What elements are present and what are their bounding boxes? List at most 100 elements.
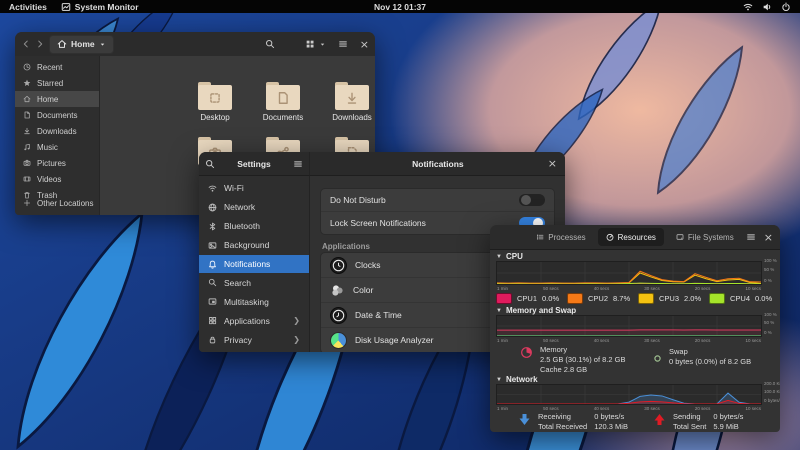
files-menu-button[interactable]: [338, 39, 348, 49]
document-icon: [24, 111, 30, 119]
lock-icon: [209, 336, 216, 344]
resources-icon: [606, 233, 614, 241]
collapse-triangle-icon: ▼: [496, 307, 502, 314]
folder-desktop[interactable]: Desktop: [189, 82, 241, 122]
cpu-legend: CPU1 0.0% CPU2 8.7% CPU3 2.0% CPU4 0.0%: [496, 293, 774, 304]
download-icon: [24, 127, 30, 135]
memory-y-axis: 100 % 50 % 0 %: [764, 312, 777, 335]
folder-documents[interactable]: Documents: [257, 82, 309, 122]
sidebar-item-documents[interactable]: Documents: [15, 107, 99, 123]
settings-item-search[interactable]: Search: [199, 273, 309, 292]
cpu1-legend-item[interactable]: CPU1 0.0%: [496, 293, 561, 304]
path-bar-button[interactable]: Home: [49, 34, 114, 54]
settings-item-background[interactable]: Background: [199, 236, 309, 255]
sidebar-item-music[interactable]: Music: [15, 139, 99, 155]
files-close-button[interactable]: ×: [360, 39, 369, 50]
back-button[interactable]: [21, 39, 31, 49]
cpu2-legend-item[interactable]: CPU2 8.7%: [567, 293, 632, 304]
sidebar-item-videos[interactable]: Videos: [15, 171, 99, 187]
filesystems-icon: [676, 234, 684, 240]
folder-downloads[interactable]: Downloads: [326, 82, 375, 122]
focused-app-menu[interactable]: System Monitor: [61, 2, 139, 12]
sidebar-item-home[interactable]: Home: [15, 91, 99, 107]
applications-section-label: Applications: [322, 242, 371, 251]
network-section-header[interactable]: ▼ Network: [496, 375, 538, 384]
swap-dot-icon: [654, 355, 661, 362]
network-x-axis: 1 min 50 secs 40 secs 30 secs 20 secs 10 secs: [497, 406, 761, 411]
settings-search-button[interactable]: [205, 159, 215, 169]
settings-item-notifications[interactable]: Notifications: [199, 254, 309, 274]
music-icon: [24, 143, 30, 151]
chevron-right-icon: ❯: [293, 335, 300, 345]
tab-processes[interactable]: Processes: [528, 228, 593, 246]
home-icon: [57, 40, 67, 48]
volume-icon: [763, 3, 771, 10]
clocks-app-icon: [330, 256, 347, 274]
app-window-icon: [61, 2, 71, 11]
camera-icon: [23, 159, 31, 166]
sidebar-item-pictures[interactable]: Pictures: [15, 155, 99, 171]
settings-item-wifi[interactable]: Wi-Fi: [199, 179, 309, 198]
chevron-right-icon: ❯: [293, 316, 300, 326]
cpu4-legend-item[interactable]: CPU4 0.0%: [709, 293, 774, 304]
download-folder-icon: [347, 92, 357, 104]
memory-section-header[interactable]: ▼ Memory and Swap: [496, 306, 576, 315]
tab-resources[interactable]: Resources: [597, 228, 664, 246]
cpu-chart: [496, 261, 762, 285]
power-icon: [782, 2, 790, 11]
color-app-icon: [330, 283, 345, 298]
bell-icon: [209, 260, 216, 269]
cpu-x-axis: 1 min 50 secs 40 secs 30 secs 20 secs 10 secs: [497, 286, 761, 291]
view-options-caret[interactable]: [319, 41, 326, 48]
tab-file-systems[interactable]: File Systems: [668, 228, 742, 246]
swap-stats: Swap 0 bytes (0.0%) of 8.2 GB: [653, 347, 751, 367]
plus-icon: [23, 199, 31, 207]
monitor-close-button[interactable]: ×: [764, 232, 773, 243]
sidebar-item-starred[interactable]: Starred: [15, 75, 99, 91]
settings-close-button[interactable]: ×: [548, 158, 557, 169]
sidebar-item-recent[interactable]: Recent: [15, 59, 99, 75]
background-icon: [208, 242, 217, 249]
datetime-app-icon: [330, 306, 347, 324]
settings-sidebar: Wi-Fi Network Bluetooth Background Notif…: [199, 176, 310, 352]
network-y-axis: 200.0 KiB/s 100.0 KiB/s 0 bytes/s: [764, 381, 780, 403]
cpu-y-axis: 100 % 50 % 0 %: [764, 258, 777, 283]
cpu4-swatch: [709, 293, 725, 304]
cpu3-legend-item[interactable]: CPU3 2.0%: [638, 293, 703, 304]
settings-title: Settings: [237, 158, 271, 169]
memory-chart: [496, 315, 762, 337]
document-folder-icon: [278, 91, 288, 104]
sidebar-item-downloads[interactable]: Downloads: [15, 123, 99, 139]
settings-menu-button[interactable]: [293, 159, 303, 169]
disk-usage-app-icon: [330, 331, 347, 349]
files-sidebar: Recent Starred Home Documents Downloads …: [15, 56, 100, 215]
sending-arrow-icon: [654, 414, 665, 425]
cpu3-swatch: [638, 293, 654, 304]
search-button[interactable]: [265, 39, 275, 49]
settings-item-applications[interactable]: Applications ❯: [199, 311, 309, 330]
settings-item-network[interactable]: Network: [199, 198, 309, 217]
do-not-disturb-row[interactable]: Do Not Disturb: [321, 189, 554, 212]
monitor-menu-button[interactable]: [746, 232, 756, 242]
settings-item-privacy[interactable]: Privacy ❯: [199, 330, 309, 349]
receiving-arrow-icon: [519, 414, 530, 425]
view-grid-button[interactable]: [305, 39, 315, 49]
wifi-icon: [208, 185, 217, 192]
network-chart: [496, 384, 762, 405]
cpu-section-header[interactable]: ▼ CPU: [496, 252, 523, 261]
activities-button[interactable]: Activities: [9, 2, 47, 12]
system-monitor-window: Processes Resources File Systems × ▼ CPU…: [490, 225, 780, 432]
network-wifi-icon: [743, 3, 753, 10]
do-not-disturb-toggle[interactable]: [519, 194, 545, 206]
settings-item-multitasking[interactable]: Multitasking: [199, 292, 309, 311]
memory-pie-icon: [521, 347, 532, 358]
forward-button[interactable]: [35, 39, 45, 49]
settings-headerbar: Settings: [199, 152, 310, 176]
system-tray[interactable]: [743, 2, 800, 12]
files-headerbar: Home ×: [15, 32, 375, 57]
settings-item-bluetooth[interactable]: Bluetooth: [199, 217, 309, 236]
memory-x-axis: 1 min 50 secs 40 secs 30 secs 20 secs 10 secs: [497, 338, 761, 343]
search-icon: [208, 279, 217, 287]
apps-grid-icon: [209, 317, 217, 325]
multitasking-icon: [208, 298, 217, 305]
